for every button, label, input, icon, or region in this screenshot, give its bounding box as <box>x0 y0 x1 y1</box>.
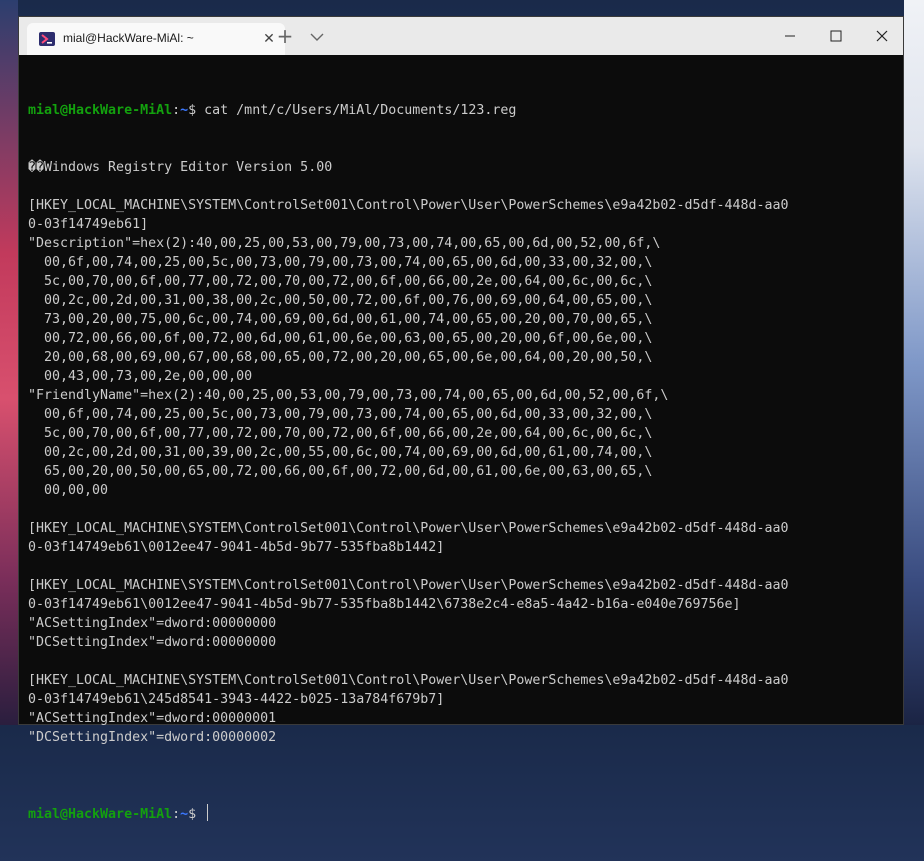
prompt-path: ~ <box>180 807 189 822</box>
output-line: [HKEY_LOCAL_MACHINE\SYSTEM\ControlSet001… <box>28 198 789 213</box>
prompt-path: ~ <box>180 103 189 118</box>
prompt-symbol: $ <box>188 103 205 118</box>
text-cursor <box>207 804 209 821</box>
output-line: 00,6f,00,74,00,25,00,5c,00,73,00,79,00,7… <box>28 407 653 422</box>
desktop-wallpaper-left <box>0 0 18 725</box>
close-button[interactable] <box>859 17 905 55</box>
terminal-app-icon <box>39 32 55 46</box>
output-line: "ACSettingIndex"=dword:00000001 <box>28 711 277 726</box>
tab-title: mial@HackWare-MiAl: ~ <box>63 31 194 45</box>
output-line: 5c,00,70,00,6f,00,77,00,72,00,70,00,72,0… <box>28 426 653 441</box>
output-line: 20,00,68,00,69,00,67,00,68,00,65,00,72,0… <box>28 350 653 365</box>
output-line: 00,00,00 <box>28 483 109 498</box>
prompt-user: mial@HackWare-MiAl <box>28 103 173 118</box>
maximize-button[interactable] <box>813 17 859 55</box>
prompt-separator: : <box>172 103 181 118</box>
prompt-user: mial@HackWare-MiAl <box>28 807 173 822</box>
output-line: 00,2c,00,2d,00,31,00,39,00,2c,00,55,00,6… <box>28 445 653 460</box>
terminal-window: mial@HackWare-MiAl: ~ ✕ + mial@HackWare-… <box>18 16 904 822</box>
output-line: 00,72,00,66,00,6f,00,72,00,6d,00,61,00,6… <box>28 331 653 346</box>
output-line: "ACSettingIndex"=dword:00000000 <box>28 616 277 631</box>
output-line: "DCSettingIndex"=dword:00000000 <box>28 635 277 650</box>
output-line: "FriendlyName"=hex(2):40,00,25,00,53,00,… <box>28 388 669 403</box>
output-line: 00,43,00,73,00,2e,00,00,00 <box>28 369 253 384</box>
output-line: 0-03f14749eb61] <box>28 217 149 232</box>
new-tab-button[interactable]: + <box>273 26 297 48</box>
output-line: [HKEY_LOCAL_MACHINE\SYSTEM\ControlSet001… <box>28 673 789 688</box>
output-line: 65,00,20,00,50,00,65,00,72,00,66,00,6f,0… <box>28 464 653 479</box>
title-bar[interactable]: mial@HackWare-MiAl: ~ ✕ + <box>19 17 903 55</box>
output-line: 0-03f14749eb61\0012ee47-9041-4b5d-9b77-5… <box>28 597 741 612</box>
output-line: 5c,00,70,00,6f,00,77,00,72,00,70,00,72,0… <box>28 274 653 289</box>
terminal-output[interactable]: mial@HackWare-MiAl:~$ cat /mnt/c/Users/M… <box>28 63 898 861</box>
prompt-separator: : <box>172 807 181 822</box>
chevron-down-icon[interactable] <box>307 27 327 47</box>
output-line: 0-03f14749eb61\245d8541-3943-4422-b025-1… <box>28 692 445 707</box>
output-line: 00,6f,00,74,00,25,00,5c,00,73,00,79,00,7… <box>28 255 653 270</box>
active-prompt-line[interactable]: mial@HackWare-MiAl:~$ <box>28 804 898 823</box>
output-line: [HKEY_LOCAL_MACHINE\SYSTEM\ControlSet001… <box>28 578 789 593</box>
output-line: 0-03f14749eb61\0012ee47-9041-4b5d-9b77-5… <box>28 540 445 555</box>
minimize-button[interactable] <box>767 17 813 55</box>
terminal-tab[interactable]: mial@HackWare-MiAl: ~ ✕ <box>27 23 285 55</box>
output-line: 73,00,20,00,75,00,6c,00,74,00,69,00,6d,0… <box>28 312 653 327</box>
desktop-wallpaper-right <box>904 0 924 725</box>
prompt-symbol: $ <box>188 807 205 822</box>
output-line: "Description"=hex(2):40,00,25,00,53,00,7… <box>28 236 661 251</box>
output-line: ��Windows Registry Editor Version 5.00 <box>28 160 333 175</box>
command-line: mial@HackWare-MiAl:~$ cat /mnt/c/Users/M… <box>28 101 898 120</box>
output-line: [HKEY_LOCAL_MACHINE\SYSTEM\ControlSet001… <box>28 521 789 536</box>
command-output: ��Windows Registry Editor Version 5.00 [H… <box>28 158 898 766</box>
command-text: cat /mnt/c/Users/MiAl/Documents/123.reg <box>204 103 517 118</box>
output-line: "DCSettingIndex"=dword:00000002 <box>28 730 277 745</box>
output-line: 00,2c,00,2d,00,31,00,38,00,2c,00,50,00,7… <box>28 293 653 308</box>
